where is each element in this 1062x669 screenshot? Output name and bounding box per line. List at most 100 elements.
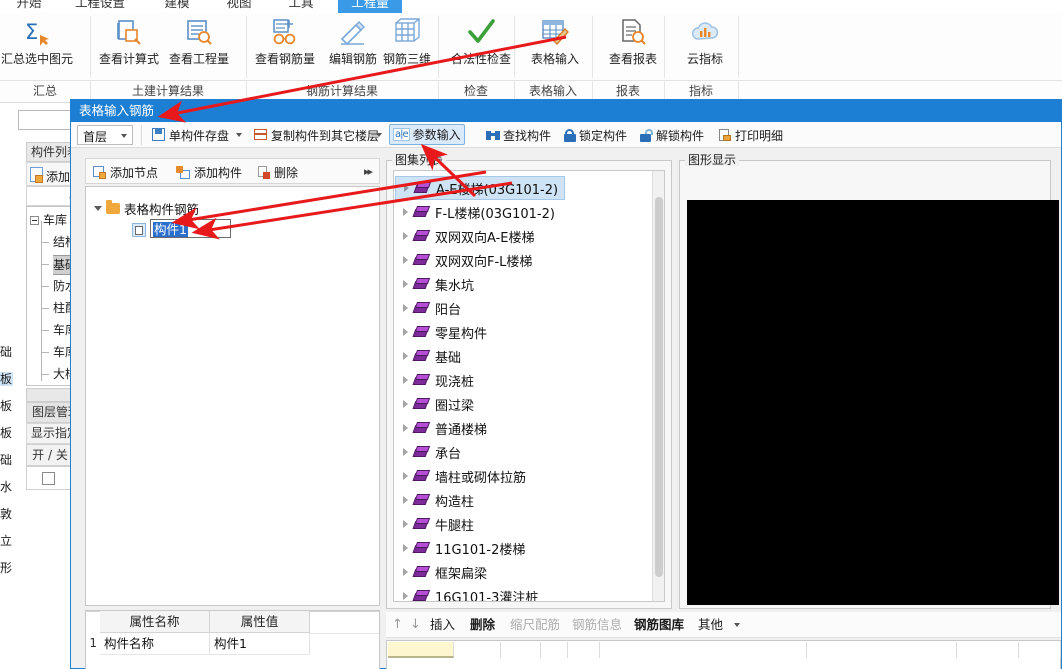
atlas-list-item[interactable]: 框架扁梁 xyxy=(395,560,647,584)
tree-child-node[interactable] xyxy=(132,221,146,239)
atlas-list-item[interactable]: 普通楼梯 xyxy=(395,416,647,440)
atlas-list-item[interactable]: 构造柱 xyxy=(395,488,647,512)
chevron-right-icon[interactable] xyxy=(403,352,408,360)
atlas-list[interactable]: A-E楼梯(03G101-2) F-L楼梯(03G101-2) 双网双向A-E楼梯双… xyxy=(393,170,665,602)
chevron-right-icon[interactable] xyxy=(403,472,408,480)
add-node-button[interactable]: 添加节点 xyxy=(93,163,158,181)
atlas-list-item[interactable]: 双网双向A-E楼梯 xyxy=(395,224,647,248)
ribbon-tab-3[interactable]: 视图 xyxy=(214,0,264,13)
atlas-list-item[interactable]: F-L楼梯(03G101-2) xyxy=(395,200,647,224)
chevron-right-icon[interactable] xyxy=(403,376,408,384)
ribbon-button-cloud-chart[interactable]: 云指标 xyxy=(672,15,738,79)
atlas-list-item[interactable]: 11G101-2楼梯 xyxy=(395,536,647,560)
tree-root-node[interactable]: 表格构件钢筋 xyxy=(94,199,199,217)
atlas-list-item[interactable]: 现浇桩 xyxy=(395,368,647,392)
delete-button[interactable]: 删除 xyxy=(258,163,298,181)
atlas-list-scroll-thumb[interactable] xyxy=(655,197,663,577)
rebar-grid-cell[interactable] xyxy=(600,642,807,658)
property-cell-name[interactable]: 构件名称 xyxy=(100,633,210,655)
background-vertical-tab-2[interactable]: 板 xyxy=(0,399,13,413)
ribbon-button-rebar-glasses[interactable]: 查看钢筋量 xyxy=(252,15,318,79)
ribbon-button-rebar-3d[interactable]: 钢筋三维 xyxy=(374,15,440,79)
insert-button[interactable]: 插入 xyxy=(430,616,455,634)
atlas-list-item[interactable]: 阳台 xyxy=(395,296,647,320)
atlas-list-item[interactable]: 集水坑 xyxy=(395,272,647,296)
ribbon-button-quantity-search[interactable]: 查看工程量 xyxy=(166,15,232,79)
ribbon-tab-4[interactable]: 工具 xyxy=(276,0,326,13)
ribbon-button-sigma-select[interactable]: Σ 汇总选中图元 xyxy=(1,15,73,79)
chevron-right-icon[interactable] xyxy=(403,304,408,312)
rebar-grid-cell[interactable] xyxy=(807,642,957,658)
background-vertical-tab-3[interactable]: 板 xyxy=(0,426,13,440)
rebar-grid-cell[interactable] xyxy=(501,642,541,658)
rebar-grid-cell[interactable] xyxy=(568,642,600,658)
background-vertical-tab-8[interactable]: 形 xyxy=(0,561,13,575)
ribbon-tab-5[interactable]: 工程量 xyxy=(338,0,402,13)
param-input-button[interactable]: a|e 参数输入 xyxy=(389,124,465,145)
chevron-right-icon[interactable] xyxy=(404,184,409,192)
find-component-button[interactable]: 查找构件 xyxy=(483,125,554,145)
component-tree[interactable]: 表格构件钢筋 构件1 xyxy=(85,186,380,606)
background-vertical-tab-1[interactable]: 板 xyxy=(0,372,13,386)
chevron-right-icon[interactable] xyxy=(403,424,408,432)
tree-collapse-toggle[interactable] xyxy=(30,216,39,225)
rebar-grid-cell[interactable] xyxy=(388,642,454,658)
graphic-display-viewport[interactable] xyxy=(687,200,1059,605)
chevron-right-icon[interactable] xyxy=(403,256,408,264)
chevron-right-icon[interactable] xyxy=(403,328,408,336)
chevron-double-right-icon[interactable]: ▸▸ xyxy=(364,165,373,178)
unlock-component-button[interactable]: 解锁构件 xyxy=(637,125,707,145)
atlas-list-item[interactable]: A-E楼梯(03G101-2) xyxy=(395,176,565,200)
background-vertical-tab-5[interactable]: 水 xyxy=(0,480,13,494)
chevron-down-icon[interactable] xyxy=(94,205,102,211)
ribbon-button-table-input[interactable]: 表格输入 xyxy=(522,15,588,79)
background-vertical-tab-6[interactable]: 敦 xyxy=(0,507,13,521)
atlas-list-item[interactable]: 16G101-3灌注桩 xyxy=(395,584,647,601)
atlas-list-item[interactable]: 双网双向F-L楼梯 xyxy=(395,248,647,272)
layer-visible-checkbox[interactable] xyxy=(42,472,55,485)
save-component-button[interactable]: 单构件存盘 xyxy=(149,125,232,145)
rebar-grid[interactable] xyxy=(386,640,1061,669)
chevron-right-icon[interactable] xyxy=(403,448,408,456)
atlas-list-item[interactable]: 墙柱或砌体拉筋 xyxy=(395,464,647,488)
chevron-right-icon[interactable] xyxy=(403,280,408,288)
property-cell-value[interactable]: 构件1 xyxy=(210,633,310,655)
chevron-right-icon[interactable] xyxy=(403,208,408,216)
add-component-button[interactable]: 添加构件 xyxy=(176,163,242,181)
ribbon-button-formula-search[interactable]: 查看计算式 xyxy=(96,15,162,79)
other-button[interactable]: 其他 xyxy=(698,616,723,634)
rebar-grid-cell[interactable] xyxy=(454,642,501,658)
background-vertical-tab-7[interactable]: 立 xyxy=(0,534,13,548)
property-grid[interactable]: 属性名称 属性值 1 构件名称 构件1 xyxy=(85,610,380,669)
rebar-grid-cell[interactable] xyxy=(1019,642,1061,658)
background-vertical-tab-4[interactable]: 础 xyxy=(0,453,13,467)
ribbon-button-check-mark[interactable]: 合法性检查 xyxy=(448,15,514,79)
node-name-edit-input[interactable]: 构件1 xyxy=(150,219,231,238)
ribbon-tab-0[interactable]: 开始 xyxy=(6,0,52,13)
chevron-right-icon[interactable] xyxy=(403,592,408,600)
atlas-list-item[interactable]: 承台 xyxy=(395,440,647,464)
floor-select[interactable]: 首层 xyxy=(77,125,133,145)
arrow-down-icon[interactable]: ↓ xyxy=(410,617,421,633)
background-vertical-tab-0[interactable]: 础 xyxy=(0,345,13,359)
rebar-grid-cell[interactable] xyxy=(957,642,1019,658)
arrow-up-icon[interactable]: ↑ xyxy=(392,617,403,633)
atlas-list-item[interactable]: 圈过梁 xyxy=(395,392,647,416)
atlas-list-item[interactable]: 零星构件 xyxy=(395,320,647,344)
rebar-grid-cell[interactable] xyxy=(541,642,568,658)
rebar-library-button[interactable]: 钢筋图库 xyxy=(634,616,684,634)
atlas-list-scrollbar[interactable] xyxy=(652,171,664,601)
copy-component-button[interactable]: 复制构件到其它楼层 xyxy=(251,125,382,145)
chevron-right-icon[interactable] xyxy=(403,232,408,240)
other-dropdown-icon[interactable] xyxy=(734,623,740,627)
copy-component-dropdown-icon[interactable] xyxy=(376,133,382,137)
chevron-right-icon[interactable] xyxy=(403,400,408,408)
save-component-dropdown-icon[interactable] xyxy=(236,133,242,137)
atlas-list-item[interactable]: 牛腿柱 xyxy=(395,512,647,536)
chevron-right-icon[interactable] xyxy=(403,568,408,576)
ribbon-tab-1[interactable]: 工程设置 xyxy=(62,0,138,13)
chevron-right-icon[interactable] xyxy=(403,520,408,528)
atlas-list-item[interactable]: 基础 xyxy=(395,344,647,368)
lock-component-button[interactable]: 锁定构件 xyxy=(561,125,630,145)
chevron-right-icon[interactable] xyxy=(403,544,408,552)
